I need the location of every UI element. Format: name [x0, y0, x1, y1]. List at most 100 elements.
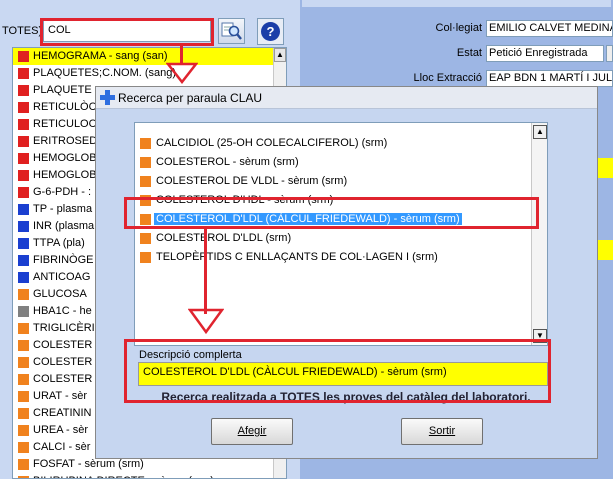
annotation-description [124, 339, 551, 403]
scroll-up-icon[interactable]: ▲ [274, 48, 286, 62]
category-color-icon [18, 374, 29, 385]
result-item-label: COLESTEROL DE VLDL - sèrum (srm) [156, 175, 348, 187]
annotation-arrow-head-1 [166, 62, 198, 84]
category-color-icon [18, 85, 29, 96]
list-item-label: TRIGLICÈRI [33, 322, 95, 334]
category-color-icon [18, 272, 29, 283]
list-item[interactable]: BILIRUBINA DIRECTE - sèrum (srm) [13, 473, 275, 478]
category-color-icon [18, 102, 29, 113]
estat-dropdown-button[interactable] [606, 45, 613, 62]
list-item-label: URAT - sèr [33, 390, 87, 402]
add-button[interactable]: Afegir [211, 418, 293, 445]
list-item-label: COLESTER [33, 339, 93, 351]
result-item-label: COLESTEROL D'LDL (srm) [156, 232, 292, 244]
list-item-label: HEMOGLOB [33, 152, 97, 164]
dialog-titlebar[interactable]: Recerca per paraula CLAU [96, 87, 597, 109]
annotation-selected-result [124, 197, 539, 229]
result-item[interactable]: COLESTEROL DE VLDL - sèrum (srm) [135, 173, 528, 190]
annotation-arrow-line-2 [204, 228, 207, 314]
list-item-label: TTPA (pla) [33, 237, 85, 249]
category-color-icon [18, 425, 29, 436]
category-color-icon [18, 255, 29, 266]
list-item-label: COLESTER [33, 373, 93, 385]
annotation-arrow-line-1 [180, 44, 183, 64]
list-item[interactable]: HEMOGRAMA - sang (san) [13, 48, 275, 65]
exit-button[interactable]: Sortir [401, 418, 483, 445]
category-color-icon [18, 153, 29, 164]
collegiat-label: Col·legiat [435, 22, 482, 34]
category-color-icon [18, 459, 29, 470]
category-color-icon [140, 233, 151, 244]
list-item-label: CREATININ [33, 407, 92, 419]
category-color-icon [18, 323, 29, 334]
result-item-label: CALCIDIOL (25-OH COLECALCIFEROL) (srm) [156, 137, 388, 149]
lloc-extraccio-label: Lloc Extracció [413, 72, 482, 84]
list-item-label: PLAQUETE [33, 84, 92, 96]
search-icon [221, 22, 242, 40]
list-item-label: ANTICOAG [33, 271, 91, 283]
annotation-search-box [40, 18, 214, 46]
help-icon: ? [261, 22, 280, 41]
results-scrollbar[interactable]: ▲ ▼ [531, 123, 547, 345]
list-item-label: UREA - sèr [33, 424, 89, 436]
plus-icon [100, 90, 115, 105]
category-color-icon [140, 157, 151, 168]
result-item-label: COLESTEROL - sèrum (srm) [156, 156, 299, 168]
list-item-label: GLUCOSA [33, 288, 87, 300]
list-item-label: HEMOGRAMA - sang (san) [33, 50, 168, 62]
yellow-field-edge-2 [598, 240, 613, 260]
list-item-label: HEMOGLOB [33, 169, 97, 181]
help-button[interactable]: ? [257, 18, 284, 45]
list-item-label: FOSFAT - sèrum (srm) [33, 458, 144, 470]
result-item[interactable]: TELOPÈPTIDS C ENLLAÇANTS DE COL·LAGEN I … [135, 249, 528, 266]
list-item-label: ERITROSED [33, 135, 98, 147]
category-color-icon [18, 238, 29, 249]
category-color-icon [18, 119, 29, 130]
exit-button-label: Sortir [428, 425, 456, 437]
list-item-label: RETICULÒC [33, 101, 97, 113]
category-color-icon [18, 187, 29, 198]
category-color-icon [18, 340, 29, 351]
category-color-icon [18, 51, 29, 62]
list-item-label: CALCI - sèr [33, 441, 91, 453]
category-color-icon [140, 176, 151, 187]
lloc-extraccio-field[interactable]: EAP BDN 1 MARTÍ I JULIÀ [486, 70, 613, 87]
list-item-label: COLESTER [33, 356, 93, 368]
search-button[interactable] [218, 18, 245, 44]
annotation-arrow-head-2 [188, 308, 224, 334]
result-item-label: TELOPÈPTIDS C ENLLAÇANTS DE COL·LAGEN I … [156, 251, 438, 263]
list-item-label: HBA1C - he [33, 305, 92, 317]
category-color-icon [18, 306, 29, 317]
pane-header-strip [302, 0, 611, 7]
list-item-label: PLAQUETES;C.NOM. (sang) [33, 67, 177, 79]
category-color-icon [18, 204, 29, 215]
result-item[interactable]: COLESTEROL - sèrum (srm) [135, 154, 528, 171]
list-item-label: G-6-PDH - : [33, 186, 92, 198]
category-color-icon [18, 391, 29, 402]
category-color-icon [18, 357, 29, 368]
keyword-search-dialog: Recerca per paraula CLAU CALCIDIOL (25-O… [95, 86, 598, 459]
list-item-label: FIBRINÒGE [33, 254, 94, 266]
category-color-icon [18, 221, 29, 232]
category-color-icon [18, 170, 29, 181]
category-color-icon [140, 138, 151, 149]
yellow-field-edge [598, 158, 613, 178]
estat-field[interactable]: Petició Enregistrada [486, 45, 604, 62]
category-color-icon [18, 442, 29, 453]
list-item[interactable]: PLAQUETES;C.NOM. (sang) [13, 65, 275, 82]
result-item[interactable]: COLESTEROL D'LDL (srm) [135, 230, 528, 247]
category-color-icon [18, 136, 29, 147]
add-button-label: Afegir [237, 425, 267, 437]
collegiat-field[interactable]: EMILIO CALVET MEDINA [486, 20, 613, 37]
category-color-icon [18, 68, 29, 79]
list-item-label: RETICULOC [33, 118, 97, 130]
estat-label: Estat [456, 47, 482, 59]
category-color-icon [140, 252, 151, 263]
list-item-label: TP - plasma [33, 203, 93, 215]
category-color-icon [18, 408, 29, 419]
search-scope-label: TOTES) [2, 25, 43, 37]
scroll-up-icon[interactable]: ▲ [533, 125, 547, 139]
dialog-title: Recerca per paraula CLAU [118, 91, 263, 105]
result-item[interactable]: CALCIDIOL (25-OH COLECALCIFEROL) (srm) [135, 135, 528, 152]
list-item-label: BILIRUBINA DIRECTE - sèrum (srm) [33, 475, 214, 478]
